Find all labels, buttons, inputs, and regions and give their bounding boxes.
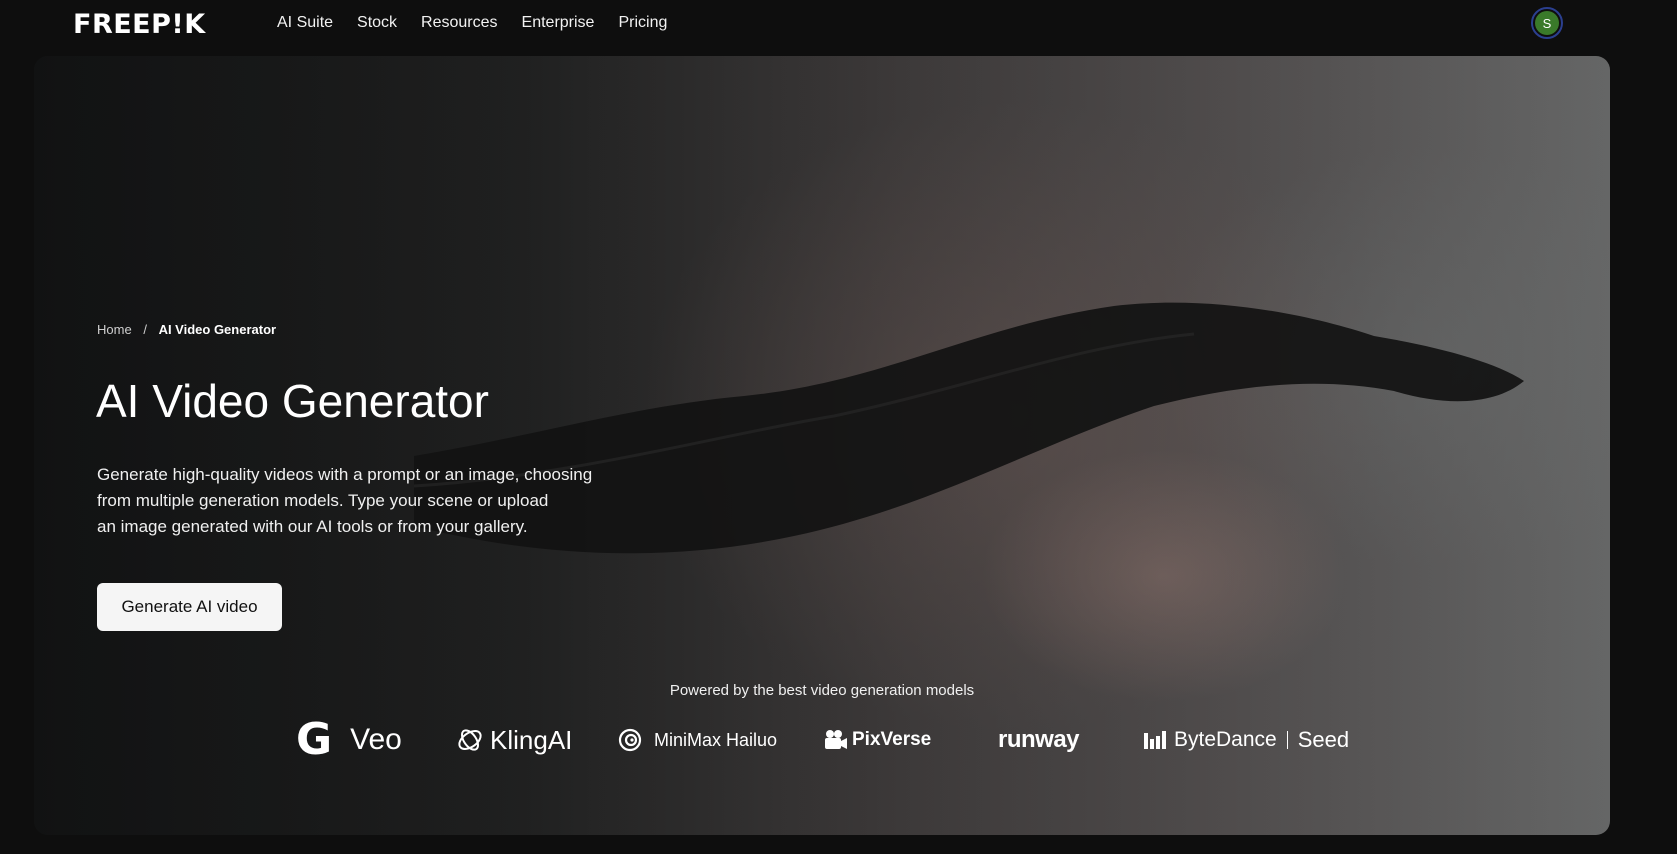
breadcrumb: Home / AI Video Generator [97, 322, 276, 337]
page-title: AI Video Generator [96, 375, 489, 427]
brand-veo: G Veo [296, 716, 402, 764]
brand-pixverse: PixVerse [824, 716, 931, 764]
minimax-logo-icon [618, 728, 642, 752]
brand-runway-label: runway [998, 726, 1080, 753]
nav-pricing[interactable]: Pricing [618, 12, 667, 34]
description-line-2: from multiple generation models. Type yo… [97, 491, 549, 510]
pixverse-camera-icon [825, 730, 847, 749]
description-line-1: Generate high-quality videos with a prom… [97, 465, 593, 484]
generate-ai-video-button[interactable]: Generate AI video [97, 583, 282, 631]
breadcrumb-separator: / [143, 322, 147, 337]
brand-kling-label: KlingAI [490, 724, 573, 755]
brand-bytedance-label: ByteDance [1174, 728, 1277, 751]
hero-description: Generate high-quality videos with a prom… [97, 462, 617, 540]
brand-kling: KlingAI [456, 716, 572, 764]
kling-logo-icon [458, 729, 482, 751]
avatar-initial: S [1535, 11, 1559, 35]
brand-pixverse-label: PixVerse [852, 729, 932, 750]
brand-divider [1286, 731, 1288, 749]
breadcrumb-current: AI Video Generator [158, 322, 277, 337]
nav-stock[interactable]: Stock [357, 12, 397, 34]
nav-resources[interactable]: Resources [421, 12, 497, 34]
brand-runway: runway [998, 716, 1080, 764]
hero-banner: Home / AI Video Generator AI Video Gener… [34, 56, 1610, 835]
main-nav: AI Suite Stock Resources Enterprise Pric… [277, 12, 691, 34]
nav-enterprise[interactable]: Enterprise [522, 12, 595, 34]
description-line-3: an image generated with our AI tools or … [97, 517, 528, 536]
brand-minimax: MiniMax Hailuo [618, 716, 777, 764]
powered-by-text: Powered by the best video generation mod… [669, 682, 975, 699]
top-navigation-bar: FREEP!K AI Suite Stock Resources Enterpr… [0, 0, 1677, 48]
nav-ai-suite[interactable]: AI Suite [277, 12, 333, 34]
freepik-logo[interactable]: FREEP!K [73, 9, 206, 40]
user-avatar[interactable]: S [1531, 7, 1563, 39]
brand-minimax-label: MiniMax Hailuo [654, 729, 778, 750]
breadcrumb-home[interactable]: Home [97, 322, 132, 337]
bytedance-logo-icon [1144, 731, 1166, 749]
google-logo-icon: G [296, 714, 333, 765]
hero-background-image [414, 302, 1524, 554]
brand-seed-label: Seed [1297, 727, 1350, 752]
brand-veo-label: Veo [350, 723, 402, 756]
brand-bytedance-seed: ByteDance Seed [1144, 716, 1349, 764]
